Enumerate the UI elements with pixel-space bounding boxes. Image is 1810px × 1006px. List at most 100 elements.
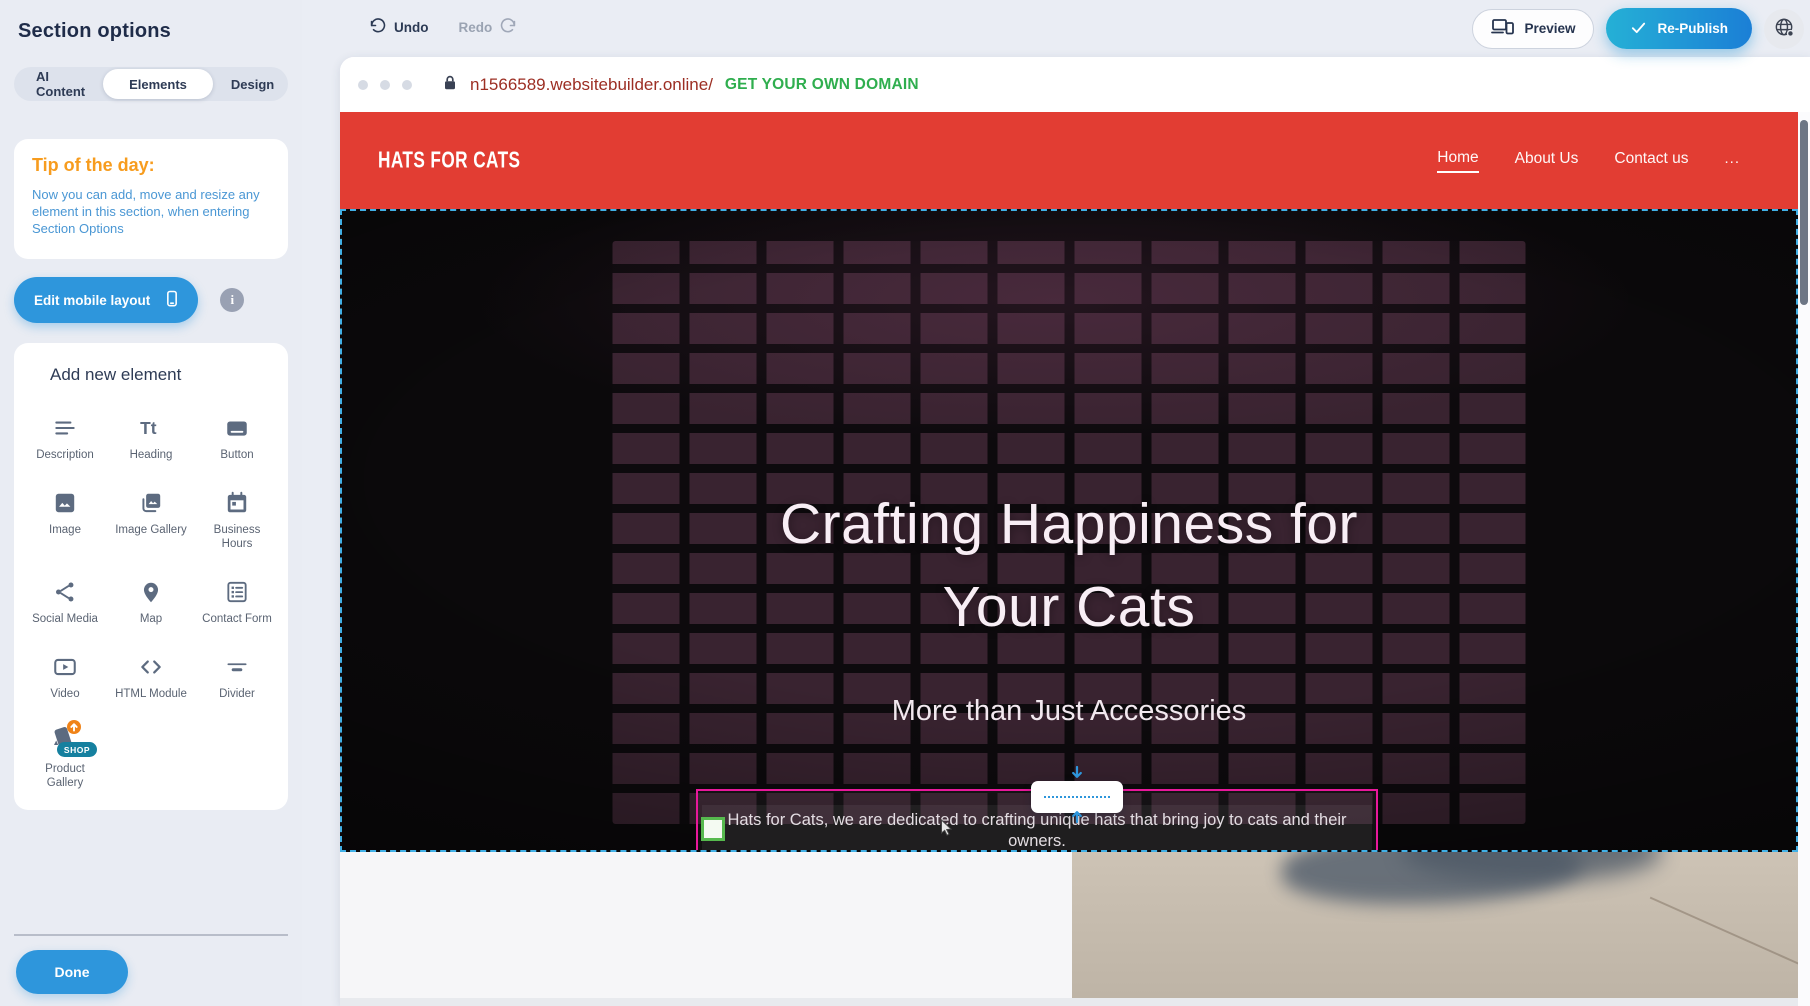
editor-stage: Undo Redo Preview Re-Publish bbox=[302, 0, 1810, 1006]
element-label: Description bbox=[36, 448, 94, 462]
site-header: HATS FOR CATS Home About Us Contact us .… bbox=[340, 112, 1798, 209]
element-label: Image bbox=[49, 523, 81, 537]
element-business-hours[interactable]: Business Hours bbox=[194, 476, 280, 555]
redo-label: Redo bbox=[459, 20, 493, 35]
site-logo: HATS FOR CATS bbox=[378, 148, 520, 174]
undo-button[interactable]: Undo bbox=[368, 16, 429, 38]
element-heading[interactable]: Tt Heading bbox=[108, 401, 194, 466]
nav-more-menu[interactable]: ... bbox=[1724, 150, 1740, 171]
add-element-card: Add new element Description Tt Heading B… bbox=[14, 343, 288, 810]
arrow-down-icon bbox=[1070, 766, 1084, 784]
image-gallery-icon bbox=[138, 484, 164, 516]
panel-title: Section options bbox=[18, 20, 302, 43]
tab-elements[interactable]: Elements bbox=[103, 69, 213, 99]
tip-title: Tip of the day: bbox=[32, 155, 270, 176]
redo-icon bbox=[499, 16, 518, 38]
element-divider[interactable]: Divider bbox=[194, 640, 280, 705]
map-icon bbox=[138, 573, 164, 605]
element-html-module[interactable]: HTML Module bbox=[108, 640, 194, 705]
section-options-panel: Section options AI Content Elements Desi… bbox=[0, 0, 302, 1006]
element-social-media[interactable]: Social Media bbox=[22, 565, 108, 630]
element-contact-form[interactable]: Contact Form bbox=[194, 565, 280, 630]
element-label: Heading bbox=[130, 448, 173, 462]
republish-label: Re-Publish bbox=[1657, 21, 1728, 36]
done-button[interactable]: Done bbox=[16, 950, 128, 994]
republish-button[interactable]: Re-Publish bbox=[1606, 8, 1752, 49]
undo-icon bbox=[368, 16, 387, 38]
element-button[interactable]: Button bbox=[194, 401, 280, 466]
element-description[interactable]: Description bbox=[22, 401, 108, 466]
element-map[interactable]: Map bbox=[108, 565, 194, 630]
element-video[interactable]: Video bbox=[22, 640, 108, 705]
globe-button[interactable] bbox=[1764, 9, 1804, 49]
element-image[interactable]: Image bbox=[22, 476, 108, 555]
preview-button[interactable]: Preview bbox=[1472, 9, 1594, 49]
lock-icon bbox=[442, 74, 458, 96]
pavement-joint-line bbox=[1650, 897, 1798, 1006]
tip-of-the-day-card: Tip of the day: Now you can add, move an… bbox=[14, 139, 288, 259]
hero-subheading[interactable]: More than Just Accessories bbox=[342, 691, 1796, 731]
check-icon bbox=[1630, 20, 1647, 38]
mouse-cursor bbox=[940, 819, 954, 842]
element-grid: Description Tt Heading Button Image bbox=[22, 401, 280, 794]
paragraph-line1: Hats for Cats, we are dedicated to craft… bbox=[714, 810, 1360, 852]
edit-mobile-layout-button[interactable]: Edit mobile layout bbox=[14, 277, 198, 323]
element-label: Divider bbox=[219, 687, 255, 701]
element-label: HTML Module bbox=[115, 687, 187, 701]
social-media-icon bbox=[52, 573, 78, 605]
tab-ai-content[interactable]: AI Content bbox=[18, 69, 103, 99]
site-nav: Home About Us Contact us ... bbox=[1437, 149, 1740, 173]
heading-icon: Tt bbox=[138, 409, 164, 441]
contact-form-icon bbox=[224, 573, 250, 605]
nav-home[interactable]: Home bbox=[1437, 149, 1478, 173]
tip-body: Now you can add, move and resize any ele… bbox=[32, 186, 270, 237]
add-element-title: Add new element bbox=[50, 365, 280, 385]
button-icon bbox=[224, 409, 250, 441]
sidebar-divider bbox=[14, 934, 288, 936]
element-label: Button bbox=[220, 448, 253, 462]
svg-text:Tt: Tt bbox=[140, 418, 157, 438]
edit-mobile-layout-label: Edit mobile layout bbox=[34, 293, 150, 308]
element-label: Business Hours bbox=[199, 523, 275, 551]
window-dot bbox=[358, 80, 368, 90]
resize-dotted-line bbox=[1044, 796, 1110, 798]
hero-heading-line2: Your Cats bbox=[342, 566, 1796, 649]
element-label: Contact Form bbox=[202, 612, 272, 626]
nav-about-us[interactable]: About Us bbox=[1515, 150, 1579, 172]
preview-label: Preview bbox=[1524, 21, 1575, 36]
hero-heading[interactable]: Crafting Happiness for Your Cats bbox=[342, 483, 1796, 649]
product-gallery-icon: SHOP bbox=[45, 723, 85, 755]
pavement-image bbox=[1072, 852, 1798, 998]
browser-window-dots bbox=[358, 80, 412, 90]
site-url[interactable]: n1566589.websitebuilder.online/ bbox=[470, 75, 713, 95]
nav-contact-us[interactable]: Contact us bbox=[1614, 150, 1688, 172]
arrow-up-icon bbox=[1070, 810, 1084, 828]
tab-design[interactable]: Design bbox=[213, 69, 292, 99]
hero-heading-line1: Crafting Happiness for bbox=[342, 483, 1796, 566]
element-label: Image Gallery bbox=[115, 523, 187, 537]
element-label: Product Gallery bbox=[27, 762, 103, 790]
info-icon[interactable]: i bbox=[220, 288, 244, 312]
devices-icon bbox=[1491, 17, 1515, 40]
section-bottom-strip bbox=[340, 998, 1798, 1006]
element-product-gallery[interactable]: SHOP Product Gallery bbox=[22, 715, 108, 794]
element-label: Video bbox=[50, 687, 79, 701]
business-hours-icon bbox=[224, 484, 250, 516]
section-resize-handle[interactable] bbox=[1031, 781, 1123, 813]
mobile-phone-icon bbox=[162, 288, 182, 313]
undo-label: Undo bbox=[394, 20, 429, 35]
hero-section-selected[interactable]: Crafting Happiness for Your Cats More th… bbox=[340, 209, 1798, 852]
element-label: Social Media bbox=[32, 612, 98, 626]
redo-button[interactable]: Redo bbox=[459, 16, 519, 38]
browser-address-bar: n1566589.websitebuilder.online/ GET YOUR… bbox=[340, 57, 1810, 112]
element-image-gallery[interactable]: Image Gallery bbox=[108, 476, 194, 555]
get-domain-link[interactable]: GET YOUR OWN DOMAIN bbox=[725, 76, 919, 94]
next-section[interactable] bbox=[340, 852, 1798, 1006]
shop-badge: SHOP bbox=[57, 742, 97, 757]
window-dot bbox=[380, 80, 390, 90]
video-icon bbox=[52, 648, 78, 680]
scrollbar-thumb[interactable] bbox=[1800, 120, 1808, 305]
description-icon bbox=[52, 409, 78, 441]
globe-icon bbox=[1773, 16, 1796, 42]
html-module-icon bbox=[138, 648, 164, 680]
